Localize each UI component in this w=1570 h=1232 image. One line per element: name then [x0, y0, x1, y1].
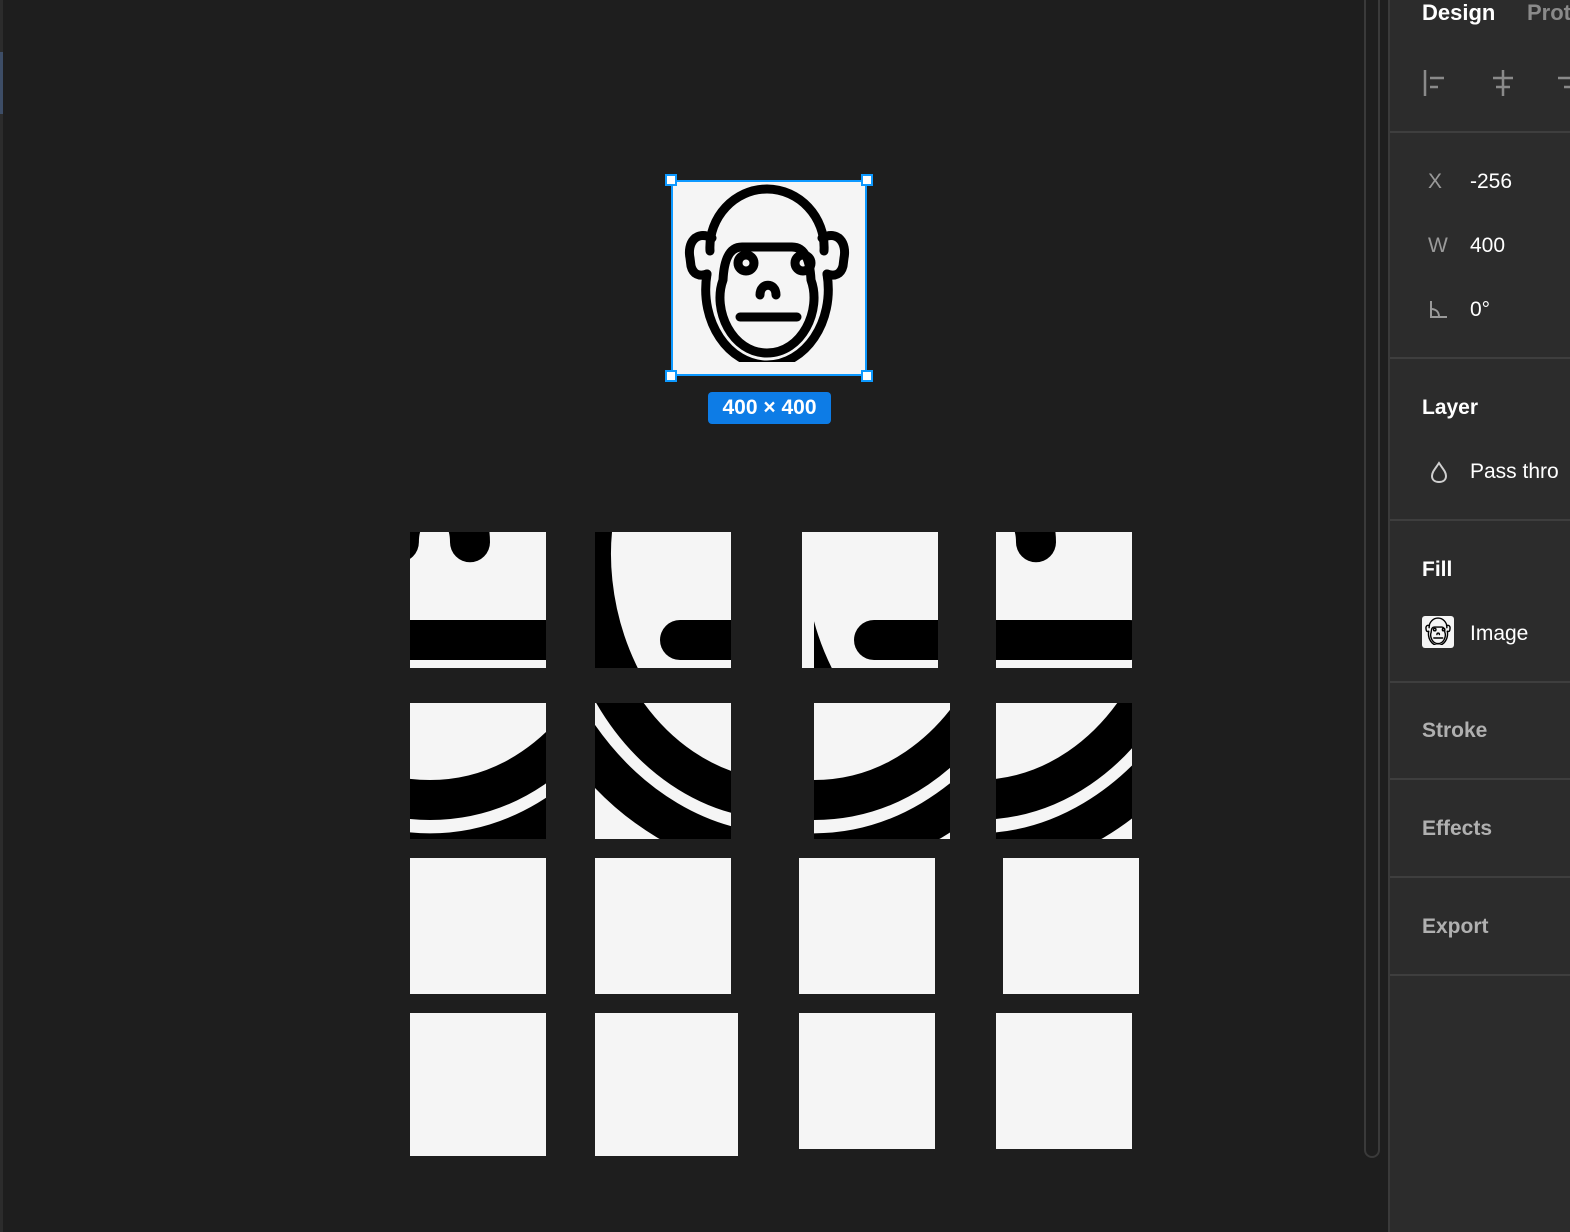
gorilla-face-icon: [1425, 617, 1451, 645]
design-properties-panel: Design Prot X -256 W 400 0° Layer Pass t…: [1388, 0, 1570, 1232]
image-tile[interactable]: [410, 703, 546, 839]
gorilla-face-icon: [410, 703, 546, 839]
align-left-icon[interactable]: [1422, 68, 1452, 98]
image-tile[interactable]: [799, 1013, 935, 1149]
blend-mode-select[interactable]: Pass thro: [1470, 460, 1559, 484]
x-label: X: [1428, 170, 1443, 193]
image-tile[interactable]: [410, 532, 546, 668]
image-tile[interactable]: [595, 532, 731, 668]
gorilla-face-icon: [595, 703, 731, 839]
image-tile[interactable]: [595, 703, 731, 839]
image-tile[interactable]: [595, 1013, 738, 1156]
left-panel-edge: [0, 0, 3, 1232]
resize-handle-bottom-right[interactable]: [861, 370, 873, 382]
gorilla-face-icon: [996, 703, 1132, 839]
section-divider: [1390, 519, 1570, 521]
image-tile[interactable]: [799, 858, 935, 994]
x-field[interactable]: -256: [1470, 170, 1512, 194]
image-tile[interactable]: [595, 858, 731, 994]
canvas-scrollbar[interactable]: [1364, 0, 1380, 1158]
fill-type-label[interactable]: Image: [1470, 622, 1528, 646]
gorilla-face-icon: [814, 532, 938, 668]
blend-mode-drop-icon: [1430, 461, 1448, 484]
section-divider: [1390, 131, 1570, 133]
rotation-angle-icon: [1430, 301, 1447, 318]
image-tile[interactable]: [802, 532, 938, 668]
width-field[interactable]: 400: [1470, 234, 1505, 258]
image-tile[interactable]: [996, 703, 1132, 839]
export-section-title[interactable]: Export: [1422, 915, 1489, 939]
section-divider: [1390, 876, 1570, 878]
image-tile[interactable]: [996, 532, 1132, 668]
image-tile[interactable]: [410, 858, 546, 994]
section-divider: [1390, 778, 1570, 780]
section-divider: [1390, 974, 1570, 976]
align-right-icon[interactable]: [1550, 68, 1570, 98]
selected-image-frame[interactable]: [671, 180, 867, 376]
fill-image-swatch[interactable]: [1422, 616, 1454, 648]
gorilla-face-icon: [996, 532, 1132, 668]
gorilla-face-icon: [673, 182, 865, 374]
stroke-section-title[interactable]: Stroke: [1422, 719, 1487, 743]
section-divider: [1390, 357, 1570, 359]
w-label: W: [1428, 234, 1448, 257]
layer-section-title: Layer: [1422, 396, 1479, 419]
section-divider: [1390, 681, 1570, 683]
gorilla-face-icon: [410, 532, 546, 668]
resize-handle-top-left[interactable]: [665, 174, 677, 186]
selection-size-badge: 400 × 400: [708, 392, 831, 424]
gorilla-face-icon: [814, 703, 950, 839]
image-tile[interactable]: [1003, 858, 1139, 994]
design-canvas[interactable]: 400 × 400: [0, 0, 1366, 1232]
resize-handle-top-right[interactable]: [861, 174, 873, 186]
tab-design[interactable]: Design: [1422, 0, 1495, 26]
effects-section-title[interactable]: Effects: [1422, 817, 1492, 841]
tab-prototype[interactable]: Prot: [1527, 0, 1570, 26]
left-panel-edge-accent: [0, 52, 3, 114]
image-tile[interactable]: [996, 1013, 1132, 1149]
fill-section-title: Fill: [1422, 558, 1453, 581]
image-tile[interactable]: [410, 1013, 546, 1156]
rotation-field[interactable]: 0°: [1470, 298, 1490, 322]
resize-handle-bottom-left[interactable]: [665, 370, 677, 382]
align-horizontal-center-icon[interactable]: [1488, 68, 1518, 98]
gorilla-face-icon: [595, 532, 731, 668]
image-tile[interactable]: [814, 703, 950, 839]
